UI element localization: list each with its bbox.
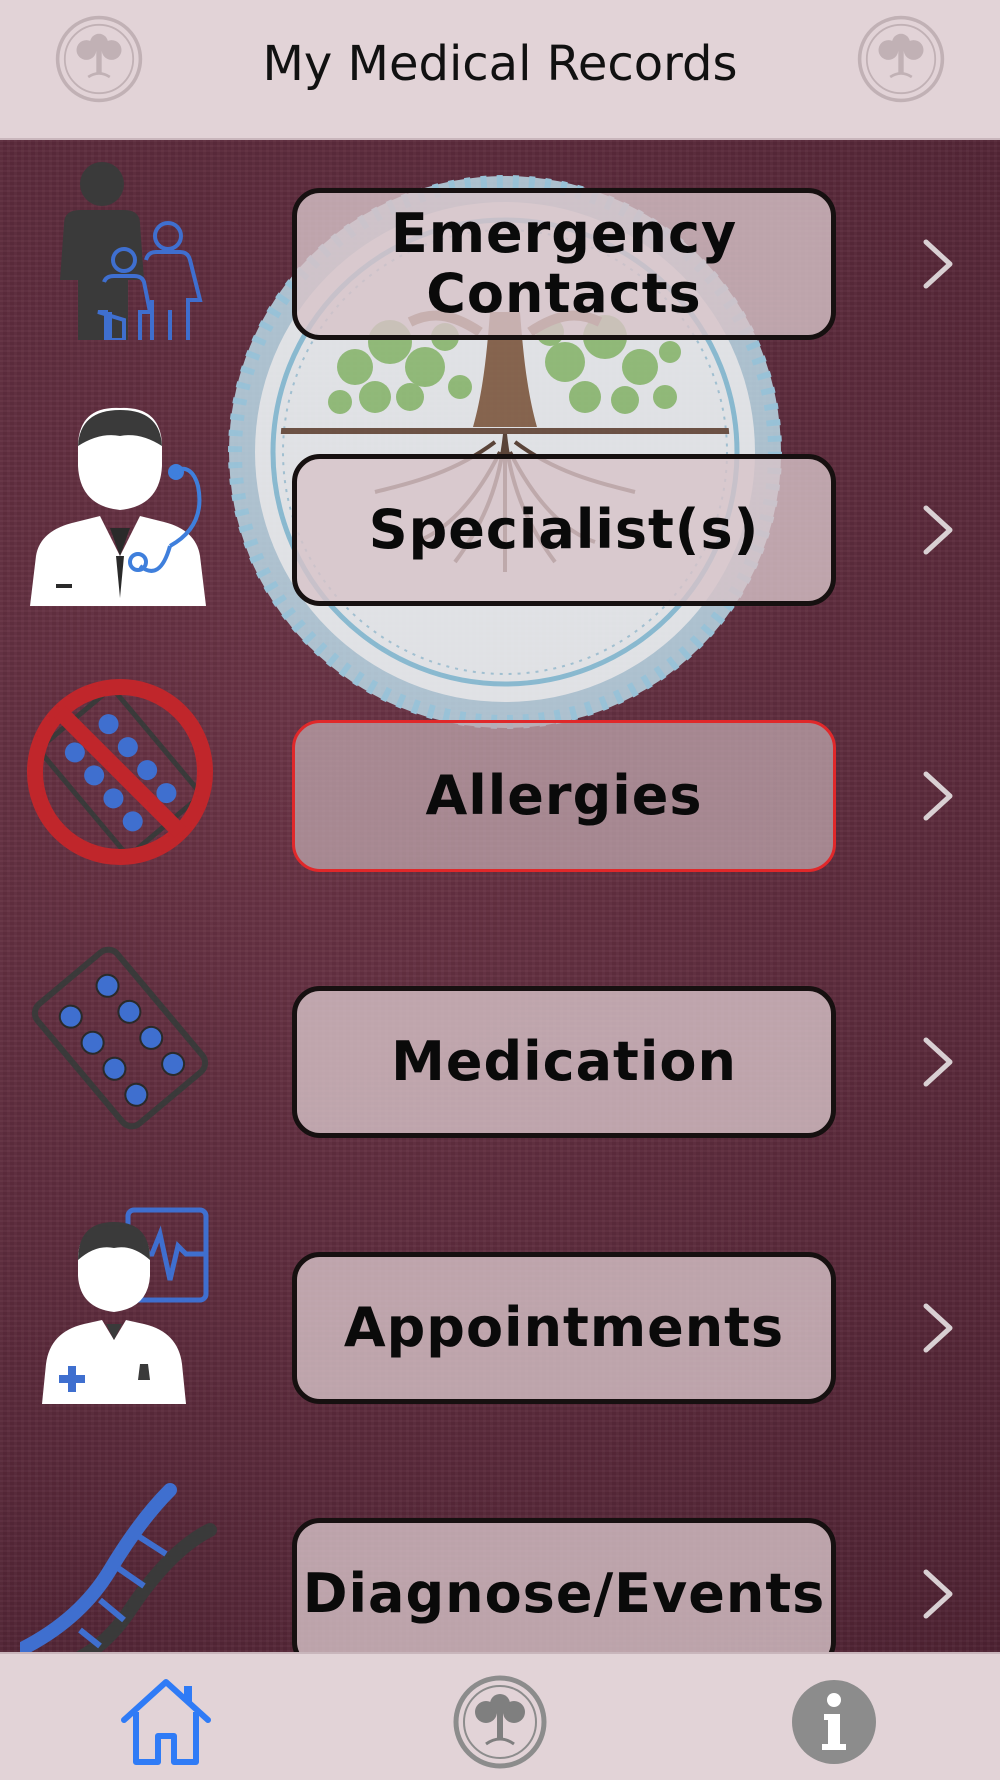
chevron-right-icon: [923, 1037, 953, 1087]
menu-row-emergency-contacts[interactable]: Emergency Contacts: [0, 140, 1000, 340]
menu-list[interactable]: Emergency Contacts Specialist(s) Allergi…: [0, 140, 1000, 1652]
doctor-stethoscope-icon: [30, 407, 206, 606]
tree-logo-icon: [857, 15, 945, 103]
chevron-right-icon: [923, 1569, 953, 1619]
diagnose-events-button[interactable]: Diagnose/Events: [292, 1518, 836, 1652]
navigation-bar: My Medical Records: [0, 0, 1000, 140]
dna-icon: [20, 1483, 217, 1652]
chevron-right-icon: [923, 1303, 953, 1353]
chevron-right-icon: [923, 505, 953, 555]
menu-row-diagnose-events[interactable]: Diagnose/Events: [0, 1470, 1000, 1652]
tab-bar: [0, 1652, 1000, 1780]
chevron-right-icon: [923, 771, 953, 821]
info-icon[interactable]: [786, 1674, 882, 1770]
specialists-button[interactable]: Specialist(s): [292, 454, 836, 606]
appointments-button[interactable]: Appointments: [292, 1252, 836, 1404]
page-title: My Medical Records: [262, 36, 738, 92]
emergency-contacts-button[interactable]: Emergency Contacts: [292, 188, 836, 340]
pill-blister-icon: [31, 946, 209, 1130]
chevron-right-icon: [923, 239, 953, 289]
tree-logo-icon[interactable]: [452, 1674, 548, 1770]
menu-row-appointments[interactable]: Appointments: [0, 1204, 1000, 1404]
menu-row-allergies[interactable]: Allergies: [0, 672, 1000, 872]
home-icon[interactable]: [118, 1674, 214, 1770]
menu-row-specialists[interactable]: Specialist(s): [0, 406, 1000, 606]
family-contacts-icon: [60, 162, 203, 340]
doctor-heartbeat-icon: [42, 1207, 209, 1404]
no-pills-icon: [27, 679, 213, 865]
allergies-button[interactable]: Allergies: [292, 720, 836, 872]
menu-row-medication[interactable]: Medication: [0, 938, 1000, 1138]
medication-button[interactable]: Medication: [292, 986, 836, 1138]
